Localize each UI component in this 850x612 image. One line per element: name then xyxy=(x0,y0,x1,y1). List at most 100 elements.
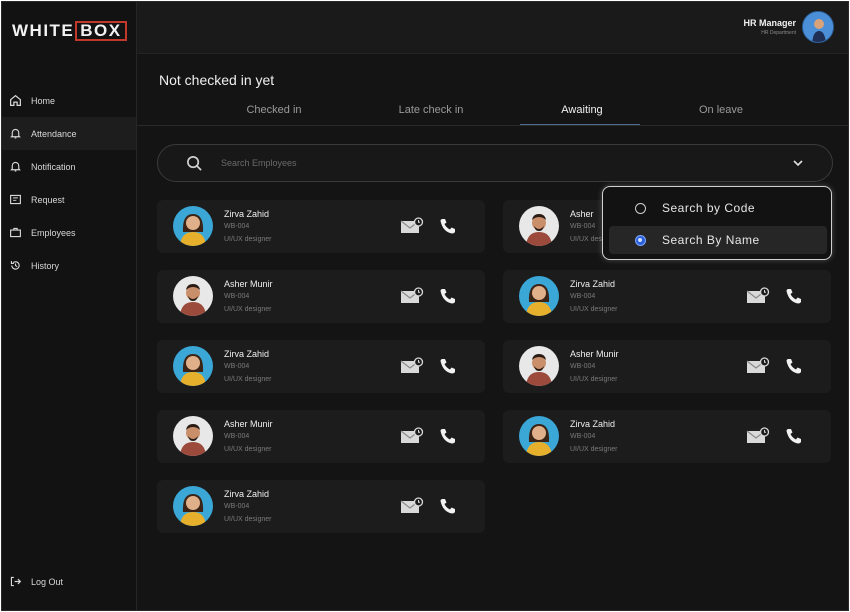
mail-icon[interactable] xyxy=(400,497,424,515)
user-name: HR Manager xyxy=(743,18,796,28)
avatar xyxy=(173,276,213,316)
sidebar-item-notification[interactable]: Notification xyxy=(2,150,136,183)
logo-prefix: WHITE xyxy=(12,21,75,40)
phone-icon[interactable] xyxy=(785,427,803,445)
employee-name: Asher Munir xyxy=(570,349,619,359)
employee-code: WB-004 xyxy=(570,223,596,230)
employee-code: WB-004 xyxy=(224,293,250,300)
briefcase-icon xyxy=(10,227,21,238)
employee-code: WB-004 xyxy=(224,503,250,510)
mail-icon[interactable] xyxy=(400,357,424,375)
mail-icon[interactable] xyxy=(746,287,770,305)
home-icon xyxy=(10,94,21,106)
sidebar-item-label: Attendance xyxy=(31,128,77,139)
tab-awaiting[interactable]: Awaiting xyxy=(522,104,642,116)
sidebar-item-request[interactable]: Request xyxy=(2,183,136,216)
phone-icon[interactable] xyxy=(439,217,457,235)
employee-name: Asher Munir xyxy=(224,419,273,429)
search-icon xyxy=(187,155,202,171)
history-icon xyxy=(10,261,20,270)
employee-name: Asher Munir xyxy=(224,279,273,289)
employee-code: WB-004 xyxy=(224,363,250,370)
option-search-by-code[interactable]: Search by Code xyxy=(609,194,827,222)
sidebar-item-history[interactable]: History xyxy=(2,249,136,282)
phone-icon[interactable] xyxy=(785,287,803,305)
tab-checked-in[interactable]: Checked in xyxy=(214,104,334,116)
radio-unselected-icon[interactable] xyxy=(635,202,646,214)
employee-card[interactable]: Zirva Zahid WB-004 UI/UX designer xyxy=(157,480,485,533)
main-content: Not checked in yet Checked in Late check… xyxy=(137,54,848,610)
avatar xyxy=(519,346,559,386)
sidebar-item-home[interactable]: Home xyxy=(2,84,136,117)
avatar xyxy=(173,206,213,246)
user-department: HR Department xyxy=(761,30,796,36)
page-title: Not checked in yet xyxy=(159,72,275,88)
radio-selected-icon[interactable] xyxy=(635,234,646,246)
bell-icon xyxy=(10,161,21,172)
employee-role: UI/UX designer xyxy=(224,446,272,453)
user-menu[interactable]: HR Manager HR Department xyxy=(743,11,834,43)
mail-icon[interactable] xyxy=(400,217,424,235)
logo-box: BOX xyxy=(75,21,127,41)
search-input[interactable]: Search Employees xyxy=(221,158,792,168)
sidebar: WHITE BOX Home Attendance Notification Re… xyxy=(2,2,137,610)
request-icon xyxy=(10,194,21,205)
bell-icon xyxy=(10,128,21,139)
avatar xyxy=(519,206,559,246)
tab-bar: Checked in Late check in Awaiting On lea… xyxy=(209,104,789,126)
employee-name: Asher xyxy=(570,209,594,219)
sidebar-item-attendance[interactable]: Attendance xyxy=(2,117,136,150)
search-bar[interactable]: Search Employees xyxy=(157,144,833,182)
phone-icon[interactable] xyxy=(439,357,457,375)
employee-name: Zirva Zahid xyxy=(570,279,616,289)
mail-icon[interactable] xyxy=(746,427,770,445)
avatar xyxy=(173,486,213,526)
user-info: HR Manager HR Department xyxy=(743,18,796,36)
option-search-by-name[interactable]: Search By Name xyxy=(609,226,827,254)
employee-card[interactable]: Zirva Zahid WB-004 UI/UX designer xyxy=(503,270,831,323)
employee-card[interactable]: Asher Munir WB-004 UI/UX designer xyxy=(503,340,831,393)
employee-role: UI/UX designer xyxy=(570,306,618,313)
employee-role: UI/UX designer xyxy=(224,306,272,313)
employee-code: WB-004 xyxy=(224,433,250,440)
tab-on-leave[interactable]: On leave xyxy=(661,104,781,116)
option-label: Search By Name xyxy=(662,233,760,247)
employee-role: UI/UX designer xyxy=(224,516,272,523)
tab-late-check-in[interactable]: Late check in xyxy=(371,104,491,116)
mail-icon[interactable] xyxy=(746,357,770,375)
employee-card[interactable]: Asher Munir WB-004 UI/UX designer xyxy=(157,410,485,463)
mail-icon[interactable] xyxy=(400,287,424,305)
app-logo[interactable]: WHITE BOX xyxy=(12,20,127,42)
user-avatar-icon xyxy=(803,12,833,42)
logout-icon xyxy=(10,576,22,587)
option-label: Search by Code xyxy=(662,201,756,215)
logout-button[interactable]: Log Out xyxy=(9,575,63,588)
avatar[interactable] xyxy=(802,11,834,43)
phone-icon[interactable] xyxy=(439,287,457,305)
employee-name: Zirva Zahid xyxy=(224,209,270,219)
phone-icon[interactable] xyxy=(439,427,457,445)
employee-card[interactable]: Zirva Zahid WB-004 UI/UX designer xyxy=(157,340,485,393)
phone-icon[interactable] xyxy=(439,497,457,515)
phone-icon[interactable] xyxy=(785,357,803,375)
sidebar-item-employees[interactable]: Employees xyxy=(2,216,136,249)
chevron-down-icon[interactable] xyxy=(792,157,804,169)
logout-label: Log Out xyxy=(31,576,64,587)
app-window: WHITE BOX Home Attendance Notification Re… xyxy=(1,1,849,611)
employee-card[interactable]: Asher Munir WB-004 UI/UX designer xyxy=(157,270,485,323)
sidebar-item-label: History xyxy=(31,260,60,271)
employee-card[interactable]: Zirva Zahid WB-004 UI/UX designer xyxy=(157,200,485,253)
mail-icon[interactable] xyxy=(400,427,424,445)
employee-code: WB-004 xyxy=(570,293,596,300)
employee-code: WB-004 xyxy=(570,433,596,440)
employee-code: WB-004 xyxy=(570,363,596,370)
employee-card[interactable]: Zirva Zahid WB-004 UI/UX designer xyxy=(503,410,831,463)
employee-name: Zirva Zahid xyxy=(224,349,270,359)
top-bar: HR Manager HR Department xyxy=(137,2,848,54)
employee-role: UI/UX designer xyxy=(224,376,272,383)
search-mode-dropdown: Search by Code Search By Name xyxy=(602,186,832,260)
employee-code: WB-004 xyxy=(224,223,250,230)
employee-name: Zirva Zahid xyxy=(224,489,270,499)
avatar xyxy=(519,276,559,316)
avatar xyxy=(173,346,213,386)
